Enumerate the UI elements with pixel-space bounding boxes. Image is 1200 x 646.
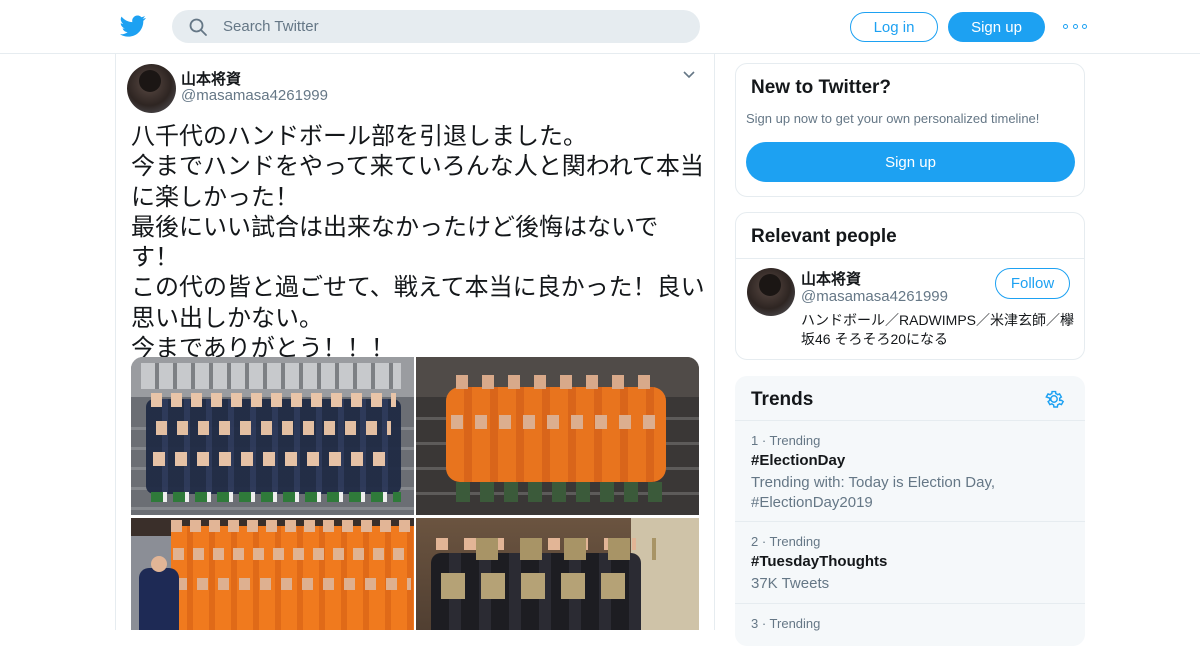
team-photo-1[interactable]	[131, 357, 414, 515]
tweet-text: 八千代のハンドボール部を引退しました。 今までハンドをやって来ていろんな人と関わ…	[131, 123, 705, 363]
trend-item[interactable]: 2 · Trending #TuesdayThoughts 37K Tweets	[735, 521, 1085, 603]
team-photo-4[interactable]	[416, 518, 699, 630]
relevant-person-handle[interactable]: @masamasa4261999	[801, 288, 948, 305]
trend-description: 37K Tweets	[751, 575, 830, 592]
tweet-author-name[interactable]: 山本将資	[181, 68, 241, 89]
trend-rank: 1 · Trending	[751, 433, 821, 448]
relevant-people-title: Relevant people	[751, 226, 897, 247]
gear-icon[interactable]	[1043, 388, 1065, 410]
trend-item[interactable]: 3 · Trending	[735, 603, 1085, 646]
top-navigation-bar: Log in Sign up	[0, 0, 1200, 54]
relevant-person-name[interactable]: 山本将資	[801, 268, 861, 289]
search-bar[interactable]	[172, 10, 700, 43]
tweet-photo-grid[interactable]	[131, 357, 699, 630]
trend-rank: 2 · Trending	[751, 534, 821, 549]
more-options-icon[interactable]	[1063, 18, 1087, 34]
relevant-person-bio: ハンドボール／RADWIMPS／米津玄師／欅坂46 そろそろ20になる	[801, 312, 1074, 347]
trend-name[interactable]: #ElectionDay	[751, 452, 845, 469]
tweet-detail: 山本将資 @masamasa4261999 八千代のハンドボール部を引退しました…	[115, 54, 715, 630]
trends-card: Trends 1 · Trending #ElectionDay Trendin…	[735, 376, 1085, 646]
twitter-bird-logo-icon[interactable]	[119, 13, 147, 39]
team-photo-2[interactable]	[416, 357, 699, 515]
new-to-twitter-card: New to Twitter? Sign up now to get your …	[735, 63, 1085, 197]
trend-name[interactable]: #TuesdayThoughts	[751, 553, 887, 570]
search-icon	[189, 18, 207, 36]
signup-button[interactable]: Sign up	[948, 12, 1045, 42]
trends-title: Trends	[751, 389, 814, 410]
trend-description: Trending with: Today is Election Day, #E…	[751, 474, 996, 511]
avatar[interactable]	[747, 268, 795, 316]
relevant-people-card: Relevant people 山本将資 @masamasa4261999 Fo…	[735, 212, 1085, 360]
trend-rank: 3 · Trending	[751, 616, 821, 631]
search-input[interactable]	[223, 18, 663, 35]
tweet-author-handle[interactable]: @masamasa4261999	[181, 87, 328, 104]
team-photo-3[interactable]	[131, 518, 414, 630]
login-button[interactable]: Log in	[850, 12, 938, 42]
trend-item[interactable]: 1 · Trending #ElectionDay Trending with:…	[735, 420, 1085, 521]
avatar[interactable]	[127, 64, 176, 113]
signup-large-button[interactable]: Sign up	[746, 142, 1075, 182]
chevron-down-icon[interactable]	[682, 70, 696, 80]
follow-button[interactable]: Follow	[995, 268, 1070, 299]
new-to-twitter-title: New to Twitter?	[751, 77, 892, 98]
new-to-twitter-subtitle: Sign up now to get your own personalized…	[746, 111, 1040, 126]
divider	[736, 258, 1084, 259]
